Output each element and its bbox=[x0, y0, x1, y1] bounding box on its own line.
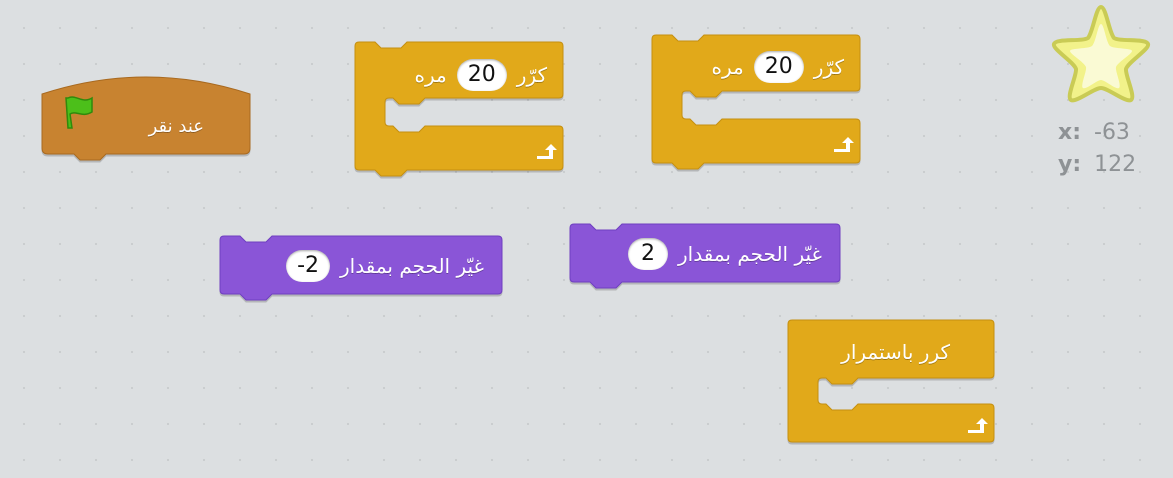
loop-arrow-icon bbox=[834, 137, 854, 152]
change-size-label: غيّر الحجم بمقدار bbox=[340, 254, 484, 278]
repeat-count-input[interactable]: 20 bbox=[456, 59, 507, 91]
change-size-label: غيّر الحجم بمقدار bbox=[678, 242, 822, 266]
repeat-block[interactable]: كرّر 20 مره bbox=[651, 34, 861, 170]
forever-label: كرر باستمرار bbox=[841, 340, 950, 364]
when-flag-clicked-block[interactable]: عند نقر bbox=[41, 62, 251, 161]
x-label: x: bbox=[1058, 120, 1081, 145]
repeat-count-input[interactable]: 20 bbox=[753, 51, 804, 83]
repeat-label: كرّر bbox=[813, 55, 844, 79]
star-sprite-icon bbox=[1052, 5, 1150, 103]
sprite-x-readout: x: -63 bbox=[1058, 120, 1130, 145]
repeat-suffix: مره bbox=[711, 55, 744, 79]
change-size-block[interactable]: غيّر الحجم بمقدار 2 bbox=[569, 223, 841, 289]
change-size-block[interactable]: غيّر الحجم بمقدار -2 bbox=[219, 235, 503, 301]
x-value: -63 bbox=[1094, 120, 1130, 145]
repeat-label: كرّر bbox=[516, 63, 547, 87]
y-label: y: bbox=[1058, 152, 1082, 177]
y-value: 122 bbox=[1094, 152, 1137, 177]
loop-arrow-icon bbox=[968, 418, 988, 433]
repeat-block[interactable]: كرّر 20 مره bbox=[354, 41, 564, 177]
repeat-suffix: مره bbox=[414, 63, 447, 87]
size-change-input[interactable]: 2 bbox=[628, 238, 669, 270]
loop-arrow-icon bbox=[537, 144, 557, 159]
when-flag-label: عند نقر bbox=[148, 116, 204, 137]
size-change-input[interactable]: -2 bbox=[286, 250, 331, 282]
green-flag-icon bbox=[65, 96, 93, 129]
sprite-y-readout: y: 122 bbox=[1058, 152, 1136, 177]
forever-block[interactable]: كرر باستمرار bbox=[787, 319, 995, 444]
